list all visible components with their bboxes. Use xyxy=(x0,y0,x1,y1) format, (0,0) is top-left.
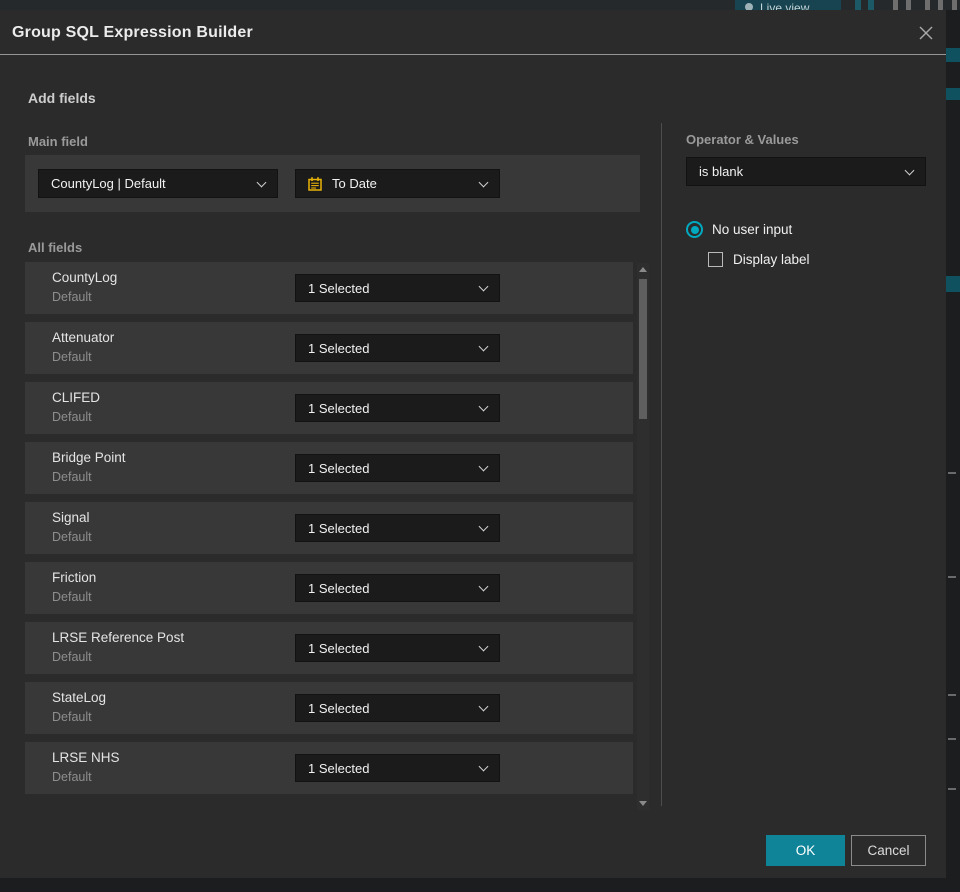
dialog-header: Group SQL Expression Builder xyxy=(0,10,946,55)
field-selected-dropdown[interactable]: 1 Selected xyxy=(295,454,500,482)
operator-select-value: is blank xyxy=(699,164,744,179)
scroll-up-arrow-icon[interactable] xyxy=(639,267,647,272)
chevron-down-icon xyxy=(478,581,489,592)
dialog-title: Group SQL Expression Builder xyxy=(12,24,253,41)
field-name: Friction xyxy=(52,570,97,585)
main-field-select[interactable]: CountyLog | Default xyxy=(38,169,278,198)
add-fields-heading: Add fields xyxy=(28,90,96,106)
toolbar-icon-fragment xyxy=(855,0,861,10)
field-row-statelog: StateLog Default 1 Selected xyxy=(25,682,633,734)
field-row-lrse-nhs: LRSE NHS Default 1 Selected xyxy=(25,742,633,794)
field-name: LRSE NHS xyxy=(52,750,120,765)
main-field-select-value: CountyLog | Default xyxy=(51,176,166,191)
calendar-icon xyxy=(308,176,322,191)
field-selected-dropdown[interactable]: 1 Selected xyxy=(295,694,500,722)
chevron-down-icon xyxy=(478,521,489,532)
scrollbar-thumb[interactable] xyxy=(639,279,647,419)
close-button[interactable] xyxy=(912,19,940,47)
toolbar-icon-fragment xyxy=(906,0,911,10)
field-name: StateLog xyxy=(52,690,107,705)
toolbar-icon-fragment xyxy=(925,0,930,10)
field-subtitle: Default xyxy=(52,290,92,304)
display-label-checkbox[interactable]: Display label xyxy=(708,252,810,267)
radio-selected-icon xyxy=(686,221,703,238)
field-row-clifed: CLIFED Default 1 Selected xyxy=(25,382,633,434)
field-selected-dropdown[interactable]: 1 Selected xyxy=(295,394,500,422)
toolbar-icon-fragment xyxy=(893,0,898,10)
field-subtitle: Default xyxy=(52,650,92,664)
field-row-signal: Signal Default 1 Selected xyxy=(25,502,633,554)
field-subtitle: Default xyxy=(52,470,92,484)
field-selected-dropdown[interactable]: 1 Selected xyxy=(295,574,500,602)
ok-button[interactable]: OK xyxy=(766,835,845,866)
background-fragment xyxy=(948,472,956,474)
field-name: CLIFED xyxy=(52,390,101,405)
chevron-down-icon xyxy=(478,281,489,292)
background-fragment xyxy=(948,694,956,696)
all-fields-label: All fields xyxy=(28,240,83,255)
chevron-down-icon xyxy=(256,177,267,187)
cancel-button[interactable]: Cancel xyxy=(851,835,926,866)
field-row-attenuator: Attenuator Default 1 Selected xyxy=(25,322,633,374)
chevron-down-icon xyxy=(478,461,489,472)
toolbar-icon-fragment xyxy=(868,0,874,10)
background-app-top-strip: Live view xyxy=(0,0,960,10)
all-fields-scrollbar[interactable] xyxy=(637,263,649,810)
field-subtitle: Default xyxy=(52,530,92,544)
field-selected-dropdown[interactable]: 1 Selected xyxy=(295,514,500,542)
chevron-down-icon xyxy=(478,641,489,652)
field-row-countylog: CountyLog Default 1 Selected xyxy=(25,262,633,314)
live-view-button[interactable]: Live view xyxy=(735,0,841,10)
live-dot-icon xyxy=(745,3,753,10)
no-user-input-radio[interactable]: No user input xyxy=(686,221,792,238)
field-subtitle: Default xyxy=(52,770,92,784)
field-row-bridge-point: Bridge Point Default 1 Selected xyxy=(25,442,633,494)
close-icon xyxy=(919,26,933,40)
field-subtitle: Default xyxy=(52,710,92,724)
chevron-down-icon xyxy=(478,177,489,187)
operator-select[interactable]: is blank xyxy=(686,157,926,186)
radio-label: No user input xyxy=(712,222,793,237)
field-row-friction: Friction Default 1 Selected xyxy=(25,562,633,614)
field-row-lrse-reference-post: LRSE Reference Post Default 1 Selected xyxy=(25,622,633,674)
date-attribute-select-value: To Date xyxy=(332,176,377,191)
field-name: LRSE Reference Post xyxy=(52,630,185,645)
background-fragment xyxy=(948,788,956,790)
chevron-down-icon xyxy=(478,401,489,412)
toolbar-icon-fragment xyxy=(952,0,957,10)
background-fragment xyxy=(948,738,956,740)
background-app-right-strip xyxy=(946,10,960,892)
checkbox-label: Display label xyxy=(733,252,810,267)
field-selected-dropdown[interactable]: 1 Selected xyxy=(295,754,500,782)
field-selected-dropdown[interactable]: 1 Selected xyxy=(295,274,500,302)
background-fragment xyxy=(946,88,960,100)
chevron-down-icon xyxy=(904,165,915,175)
field-selected-dropdown[interactable]: 1 Selected xyxy=(295,334,500,362)
background-fragment xyxy=(946,48,960,62)
group-sql-expression-builder-dialog: Group SQL Expression Builder Add fields … xyxy=(0,10,946,878)
main-field-label: Main field xyxy=(28,134,88,149)
chevron-down-icon xyxy=(478,761,489,772)
panel-divider xyxy=(661,123,662,806)
chevron-down-icon xyxy=(478,341,489,352)
field-name: CountyLog xyxy=(52,270,118,285)
checkbox-unchecked-icon xyxy=(708,252,723,267)
scroll-down-arrow-icon[interactable] xyxy=(639,801,647,806)
field-subtitle: Default xyxy=(52,350,92,364)
main-field-container: CountyLog | Default To Date xyxy=(25,155,640,212)
background-fragment xyxy=(948,576,956,578)
live-view-label: Live view xyxy=(760,1,810,10)
field-name: Bridge Point xyxy=(52,450,126,465)
toolbar-icon-fragment xyxy=(938,0,943,10)
field-subtitle: Default xyxy=(52,410,92,424)
field-subtitle: Default xyxy=(52,590,92,604)
field-selected-dropdown[interactable]: 1 Selected xyxy=(295,634,500,662)
background-app-bottom-strip xyxy=(0,878,946,892)
field-name: Signal xyxy=(52,510,90,525)
operator-values-label: Operator & Values xyxy=(686,132,799,147)
date-attribute-select[interactable]: To Date xyxy=(295,169,500,198)
chevron-down-icon xyxy=(478,701,489,712)
background-fragment xyxy=(946,276,960,292)
field-name: Attenuator xyxy=(52,330,115,345)
